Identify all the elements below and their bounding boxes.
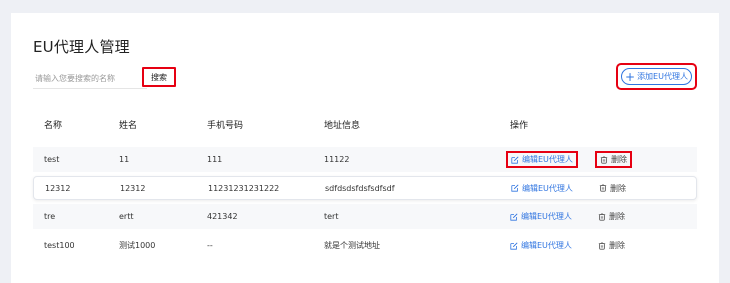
- cell-address: sdfdsdsfdsfsdfsdf: [325, 183, 395, 193]
- search-button[interactable]: 搜索: [142, 67, 176, 87]
- delete-agent-label: 删除: [609, 241, 625, 250]
- trash-icon: [599, 184, 607, 192]
- trash-icon: [600, 155, 608, 164]
- add-eu-agent-label: 添加EU代理人: [637, 72, 688, 81]
- plus-icon: +: [625, 69, 636, 84]
- delete-agent-link[interactable]: 删除: [598, 204, 625, 229]
- cell-address: 就是个测试地址: [324, 241, 380, 250]
- table-row: test 11 111 11122 编辑EU代理人 删除: [33, 147, 697, 172]
- edit-agent-link[interactable]: 编辑EU代理人: [510, 204, 572, 229]
- page-title: EU代理人管理: [33, 38, 130, 56]
- cell-name: tre: [44, 212, 56, 221]
- column-header-actions: 操作: [510, 120, 529, 131]
- column-header-person: 姓名: [119, 120, 138, 131]
- delete-agent-link[interactable]: 删除: [599, 177, 626, 199]
- edit-agent-label: 编辑EU代理人: [522, 183, 573, 193]
- delete-agent-link[interactable]: 删除: [595, 151, 632, 168]
- delete-agent-label: 删除: [609, 212, 625, 221]
- table-row: 12312 12312 11231231231222 sdfdsdsfdsfsd…: [33, 176, 697, 200]
- edit-icon: [510, 212, 518, 221]
- cell-address: 11122: [324, 155, 350, 164]
- column-header-name: 名称: [44, 120, 63, 131]
- trash-icon: [598, 212, 606, 221]
- delete-agent-label: 删除: [611, 155, 627, 164]
- cell-phone: 111: [207, 155, 223, 164]
- agent-table: 名称 姓名 手机号码 地址信息 操作 test 11 111 11122 编辑E…: [33, 111, 697, 258]
- table-row: test100 测试1000 -- 就是个测试地址 编辑EU代理人 删除: [33, 233, 697, 258]
- edit-icon: [511, 184, 519, 192]
- add-eu-agent-button[interactable]: + 添加EU代理人: [621, 68, 692, 85]
- column-header-address: 地址信息: [324, 120, 361, 131]
- table-header: 名称 姓名 手机号码 地址信息 操作: [33, 111, 697, 137]
- cell-phone: --: [207, 241, 213, 250]
- cell-person: 12312: [120, 183, 146, 193]
- search-input[interactable]: [33, 68, 147, 89]
- content-card: EU代理人管理 搜索 + 添加EU代理人 名称 姓名 手机号码 地址信息 操作 …: [11, 13, 719, 283]
- edit-agent-label: 编辑EU代理人: [521, 241, 572, 250]
- cell-person: 测试1000: [119, 241, 156, 250]
- edit-agent-label: 编辑EU代理人: [521, 212, 572, 221]
- delete-agent-link[interactable]: 删除: [598, 233, 625, 258]
- cell-name: test100: [44, 241, 75, 250]
- cell-name: 12312: [45, 183, 71, 193]
- edit-agent-link[interactable]: 编辑EU代理人: [511, 177, 573, 199]
- cell-name: test: [44, 155, 60, 164]
- cell-address: tert: [324, 212, 339, 221]
- edit-agent-link[interactable]: 编辑EU代理人: [506, 151, 578, 168]
- cell-person: ertt: [119, 212, 134, 221]
- cell-person: 11: [119, 155, 130, 164]
- trash-icon: [598, 241, 606, 250]
- table-row: tre ertt 421342 tert 编辑EU代理人 删除: [33, 204, 697, 229]
- cell-phone: 421342: [207, 212, 238, 221]
- delete-agent-label: 删除: [610, 183, 626, 193]
- column-header-phone: 手机号码: [207, 120, 244, 131]
- cell-phone: 11231231231222: [208, 183, 280, 193]
- edit-agent-link[interactable]: 编辑EU代理人: [510, 233, 572, 258]
- edit-icon: [510, 241, 518, 250]
- edit-icon: [511, 155, 519, 164]
- edit-agent-label: 编辑EU代理人: [522, 155, 573, 164]
